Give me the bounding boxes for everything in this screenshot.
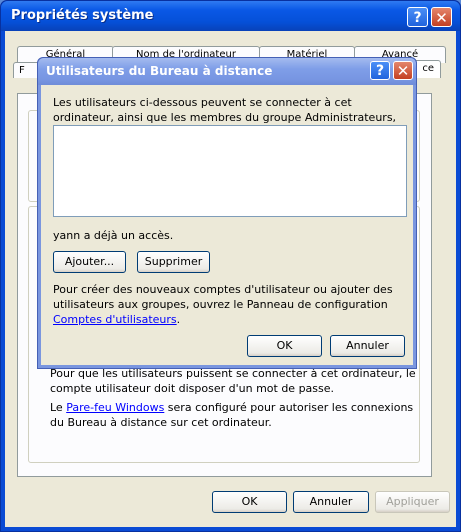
window-titlebar[interactable]: Propriétés système ? ✕ (1, 1, 460, 31)
cancel-button[interactable]: Annuler (293, 491, 369, 513)
password-requirement-text: Pour que les utilisateurs puissent se co… (50, 367, 416, 395)
dialog-cancel-button[interactable]: Annuler (330, 335, 405, 357)
dialog-title: Utilisateurs du Bureau à distance (46, 64, 273, 78)
help-icon[interactable]: ? (407, 7, 428, 27)
add-user-button[interactable]: Ajouter... (53, 251, 126, 273)
remove-user-button[interactable]: Supprimer (137, 251, 210, 273)
dialog-ok-button[interactable]: OK (247, 335, 322, 357)
users-listbox[interactable] (53, 125, 407, 217)
remote-desktop-users-dialog: Utilisateurs du Bureau à distance ? ✕ Le… (37, 57, 417, 369)
dialog-client-area: Les utilisateurs ci-dessous peuvent se c… (41, 85, 413, 365)
window-title: Propriétés système (11, 8, 154, 23)
firewall-text: Le Pare-feu Windows sera configuré pour … (50, 401, 414, 429)
ok-button[interactable]: OK (212, 491, 287, 513)
dialog-close-icon[interactable]: ✕ (393, 61, 413, 80)
close-icon[interactable]: ✕ (431, 7, 452, 27)
dialog-titlebar[interactable]: Utilisateurs du Bureau à distance ? ✕ (38, 58, 416, 85)
apply-button: Appliquer (375, 491, 450, 513)
dialog-info-text: Pour créer des nouveaux comptes d'utilis… (53, 283, 393, 326)
dialog-help-icon[interactable]: ? (370, 61, 390, 80)
user-accounts-link[interactable]: Comptes d'utilisateurs (53, 313, 177, 326)
access-note: yann a déjà un accès. (53, 229, 174, 242)
firewall-link[interactable]: Pare-feu Windows (66, 401, 164, 414)
